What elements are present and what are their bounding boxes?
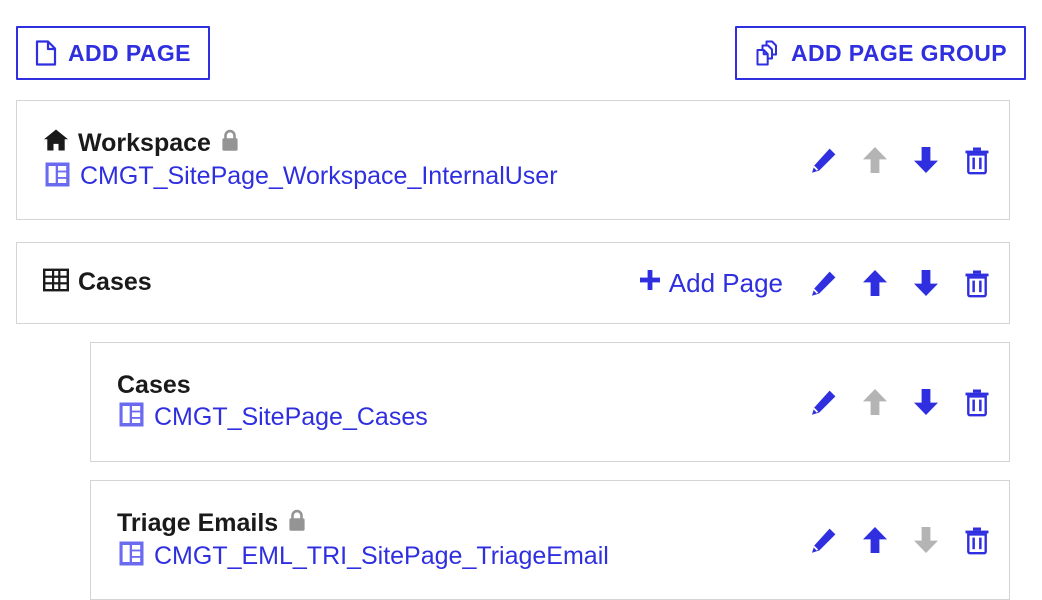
arrow-up-icon[interactable] (861, 525, 889, 555)
add-page-group-button[interactable]: ADD PAGE GROUP (734, 26, 1026, 80)
pencil-icon[interactable] (810, 269, 838, 297)
row-actions: Add Page (638, 268, 991, 299)
arrow-up-icon (861, 145, 889, 175)
table-row[interactable]: Triage Emails CMGT_EML_TRI_SitePage_Tria… (90, 480, 1010, 600)
add-page-inline-button[interactable]: Add Page (638, 268, 783, 299)
row-page-line[interactable]: CMGT_SitePage_Cases (119, 402, 428, 432)
page-card-list: Workspace CMGT_SitePage_Workspace_Intern… (0, 100, 1042, 600)
page-name-link[interactable]: CMGT_SitePage_Workspace_InternalUser (80, 162, 558, 191)
arrow-up-icon (861, 387, 889, 417)
row-content: Triage Emails CMGT_EML_TRI_SitePage_Tria… (117, 509, 609, 572)
table-row[interactable]: Workspace CMGT_SitePage_Workspace_Intern… (16, 100, 1010, 220)
arrow-down-icon (912, 525, 940, 555)
table-row[interactable]: Cases Add Page (16, 242, 1010, 324)
row-title: Cases (117, 370, 191, 399)
row-title-line: Cases (117, 370, 428, 400)
row-page-line[interactable]: CMGT_EML_TRI_SitePage_TriageEmail (119, 541, 609, 571)
add-page-inline-label: Add Page (668, 267, 783, 298)
arrow-down-icon[interactable] (912, 387, 940, 417)
page-layout-icon (119, 541, 144, 571)
row-content: Cases (43, 268, 152, 299)
page-layout-icon (119, 402, 144, 432)
row-content: Workspace CMGT_SitePage_Workspace_Intern… (43, 128, 558, 192)
document-icon (35, 40, 57, 66)
pencil-icon[interactable] (810, 526, 838, 554)
add-page-button[interactable]: ADD PAGE (16, 26, 210, 80)
home-icon (43, 128, 69, 159)
row-actions (810, 387, 991, 417)
trash-icon[interactable] (963, 145, 991, 175)
toolbar: ADD PAGE ADD PAGE GROUP (16, 26, 1026, 80)
row-title: Workspace (78, 128, 211, 157)
trash-icon[interactable] (963, 387, 991, 417)
arrow-down-icon[interactable] (912, 145, 940, 175)
lock-icon (220, 129, 240, 159)
row-actions (810, 145, 991, 175)
add-page-group-button-label: ADD PAGE GROUP (790, 39, 1007, 66)
page-structure-editor: ADD PAGE ADD PAGE GROUP Workspace CMGT_S… (0, 0, 1042, 600)
add-page-button-label: ADD PAGE (68, 39, 191, 66)
row-content: Cases CMGT_SitePage_Cases (117, 370, 428, 433)
lock-icon (287, 509, 307, 539)
row-title-line: Cases (43, 268, 152, 299)
copy-pages-icon (754, 40, 780, 66)
page-name-link[interactable]: CMGT_SitePage_Cases (154, 403, 428, 432)
page-name-link[interactable]: CMGT_EML_TRI_SitePage_TriageEmail (154, 542, 609, 571)
arrow-down-icon[interactable] (912, 268, 940, 298)
table-row[interactable]: Cases CMGT_SitePage_Cases (90, 342, 1010, 462)
row-title-line: Triage Emails (117, 509, 609, 539)
row-title: Cases (78, 268, 152, 297)
row-title-line: Workspace (43, 128, 558, 159)
arrow-up-icon[interactable] (861, 268, 889, 298)
page-layout-icon (45, 162, 70, 192)
table-grid-icon (43, 268, 70, 299)
plus-icon (638, 268, 662, 299)
pencil-icon[interactable] (810, 146, 838, 174)
trash-icon[interactable] (963, 268, 991, 298)
trash-icon[interactable] (963, 525, 991, 555)
row-page-line[interactable]: CMGT_SitePage_Workspace_InternalUser (45, 162, 558, 192)
pencil-icon[interactable] (810, 388, 838, 416)
row-title: Triage Emails (117, 508, 279, 537)
row-actions (810, 525, 991, 555)
